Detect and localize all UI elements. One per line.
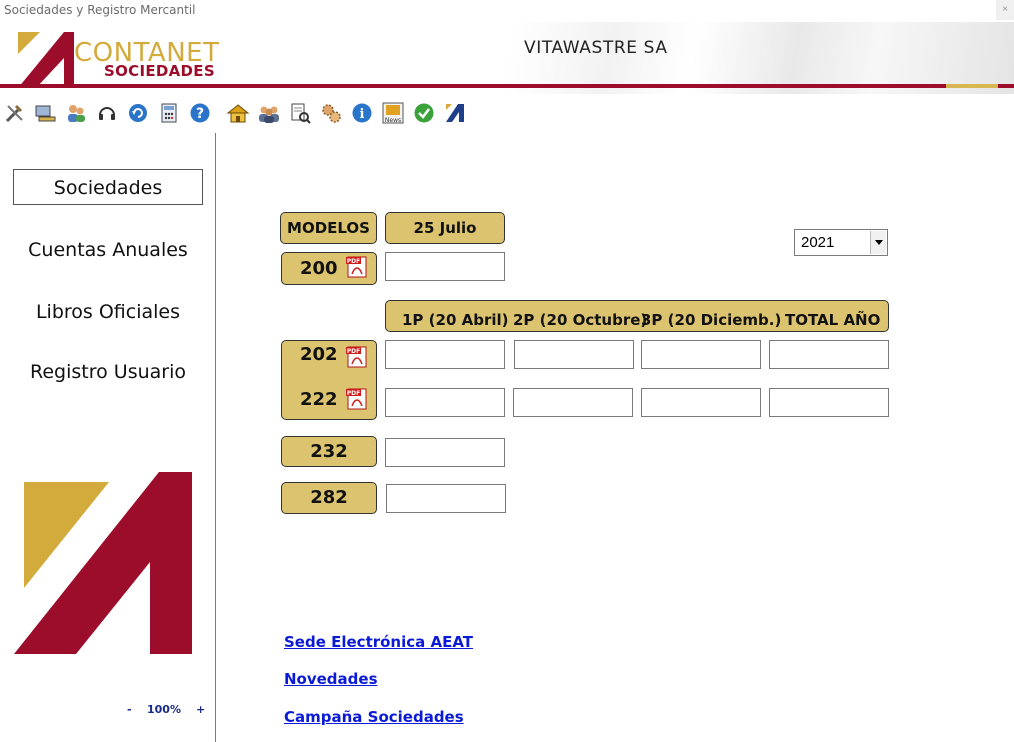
info-icon[interactable]: i xyxy=(349,100,375,126)
contanet-logo-icon xyxy=(18,32,74,88)
header-banner: CONTANET SOCIEDADES VITAWASTRE SA xyxy=(0,22,1014,94)
zoom-level: 100% xyxy=(147,703,181,716)
link-novedades[interactable]: Novedades xyxy=(284,670,378,688)
blank-panel xyxy=(232,59,436,81)
model-202-1p-field[interactable] xyxy=(385,340,505,369)
calculator-icon[interactable] xyxy=(156,100,182,126)
sidebar-item-registro-usuario[interactable]: Registro Usuario xyxy=(13,354,203,390)
column-header-total: TOTAL AÑO xyxy=(785,311,881,329)
model-202-2p-field[interactable] xyxy=(514,340,634,369)
refresh-icon[interactable] xyxy=(125,100,151,126)
svg-text:PDF: PDF xyxy=(347,258,360,265)
svg-text:PDF: PDF xyxy=(347,390,360,397)
link-sede-aeat[interactable]: Sede Electrónica AEAT xyxy=(284,633,473,651)
document-search-icon[interactable] xyxy=(287,100,313,126)
svg-text:PDF: PDF xyxy=(347,348,360,355)
title-bar: Sociedades y Registro Mercantil × xyxy=(0,0,1014,22)
column-header-3p: 3P (20 Diciemb.) xyxy=(641,311,782,329)
group-icon[interactable] xyxy=(256,100,282,126)
model-202-total-field[interactable] xyxy=(769,340,889,369)
model-202-number: 202 xyxy=(300,344,338,365)
computer-icon[interactable] xyxy=(32,100,58,126)
pdf-202-icon[interactable]: PDF xyxy=(346,346,368,368)
chevron-down-icon[interactable] xyxy=(870,231,886,254)
pdf-222-icon[interactable]: PDF xyxy=(346,388,368,410)
link-campana-sociedades[interactable]: Campaña Sociedades xyxy=(284,708,464,726)
model-202-3p-field[interactable] xyxy=(641,340,761,369)
model-222-1p-field[interactable] xyxy=(385,388,505,417)
settings-icon[interactable] xyxy=(318,100,344,126)
model-282-label: 282 xyxy=(281,482,377,514)
modelos-header: MODELOS xyxy=(280,212,377,244)
model-232-label: 232 xyxy=(281,436,377,467)
model-232-field[interactable] xyxy=(385,438,505,467)
model-222-total-field[interactable] xyxy=(769,388,889,417)
close-icon[interactable]: × xyxy=(996,0,1014,20)
logo-text: CONTANET SOCIEDADES xyxy=(74,40,219,79)
headset-icon[interactable] xyxy=(94,100,120,126)
zoom-in-button[interactable]: + xyxy=(196,703,205,716)
column-header-1p: 1P (20 Abril) xyxy=(402,311,509,329)
news-icon[interactable]: News xyxy=(380,100,406,126)
header-accent xyxy=(946,84,998,88)
model-222-2p-field[interactable] xyxy=(513,388,633,417)
svg-text:i: i xyxy=(360,107,365,122)
model-222-3p-field[interactable] xyxy=(641,388,761,417)
header-divider xyxy=(0,84,1014,88)
sidebar-item-cuentas-anuales[interactable]: Cuentas Anuales xyxy=(13,232,203,268)
svg-text:?: ? xyxy=(196,106,204,122)
tools-icon[interactable] xyxy=(2,100,28,126)
year-value: 2021 xyxy=(801,234,835,251)
brand-icon[interactable] xyxy=(442,100,468,126)
column-header-2p: 2P (20 Octubre) xyxy=(513,311,648,329)
home-icon[interactable] xyxy=(225,100,251,126)
logo-line-2: SOCIEDADES xyxy=(104,62,215,80)
zoom-out-button[interactable]: - xyxy=(127,703,132,716)
model-222-number: 222 xyxy=(300,389,338,410)
check-icon[interactable] xyxy=(411,100,437,126)
pdf-200-icon[interactable]: PDF xyxy=(346,256,368,278)
window-title: Sociedades y Registro Mercantil xyxy=(4,3,196,17)
model-200-field[interactable] xyxy=(385,252,505,281)
date-header: 25 Julio xyxy=(385,212,505,244)
model-200-number: 200 xyxy=(300,258,338,279)
help-icon[interactable]: ? xyxy=(187,100,213,126)
sidebar-item-sociedades[interactable]: Sociedades xyxy=(13,169,203,205)
contanet-large-logo-icon xyxy=(14,472,192,654)
model-282-field[interactable] xyxy=(386,484,506,513)
company-name: VITAWASTRE SA xyxy=(524,38,668,58)
users-icon[interactable] xyxy=(63,100,89,126)
year-select[interactable]: 2021 xyxy=(794,229,888,256)
sidebar-item-libros-oficiales[interactable]: Libros Oficiales xyxy=(13,294,203,330)
sidebar-divider xyxy=(215,133,216,742)
svg-text:News: News xyxy=(385,117,401,124)
